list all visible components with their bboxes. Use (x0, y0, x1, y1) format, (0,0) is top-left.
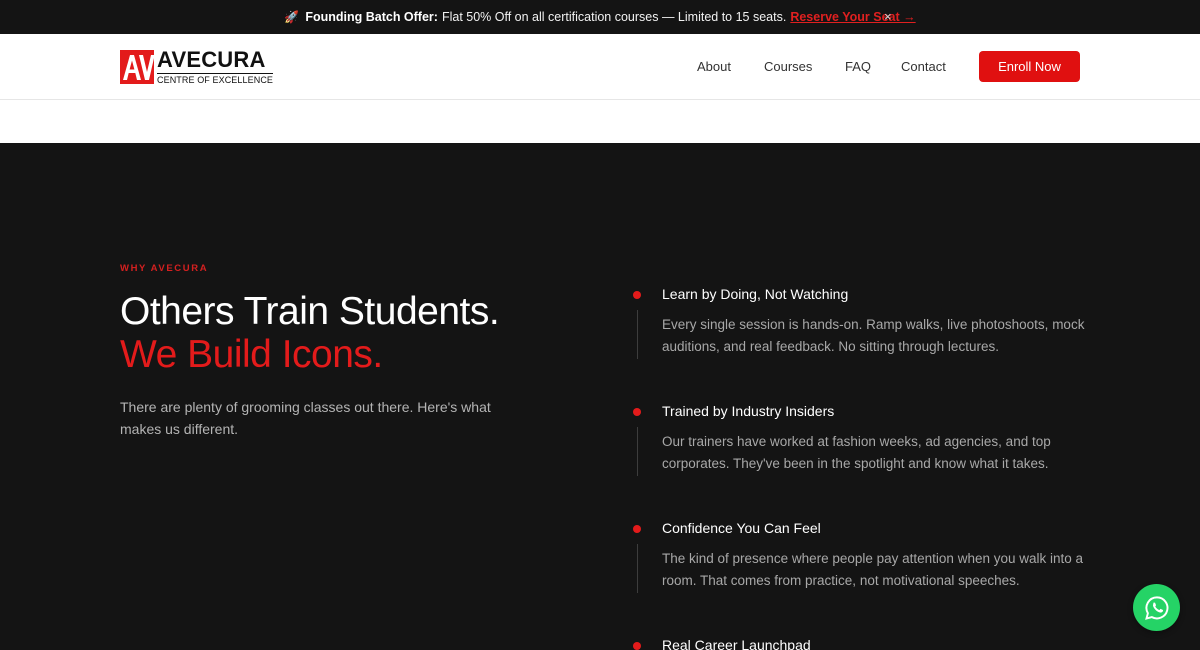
enroll-now-button[interactable]: Enroll Now (979, 51, 1080, 82)
offer-title: Founding Batch Offer: (305, 10, 438, 24)
hero-bottom-strip (0, 100, 1200, 143)
whatsapp-button[interactable] (1133, 584, 1180, 631)
headline-line-2: We Build Icons. (120, 333, 383, 376)
headline-line-1: Others Train Students. (120, 290, 500, 333)
feature-divider (637, 310, 638, 359)
bullet-dot-icon (633, 525, 641, 533)
feature-title: Real Career Launchpad (662, 637, 811, 650)
close-icon[interactable]: × (884, 9, 892, 24)
feature-title: Confidence You Can Feel (662, 520, 821, 536)
bullet-dot-icon (633, 408, 641, 416)
site-header: AVECURA CENTRE OF EXCELLENCE About Cours… (0, 34, 1200, 100)
bullet-dot-icon (633, 291, 641, 299)
logo[interactable]: AVECURA CENTRE OF EXCELLENCE (120, 47, 274, 85)
logo-mark-icon (120, 50, 154, 84)
reserve-seat-link[interactable]: Reserve Your Seat → (790, 10, 915, 24)
feature-divider (637, 544, 638, 593)
logo-text: AVECURA CENTRE OF EXCELLENCE (157, 47, 274, 85)
section-headline: Others Train Students. We Build Icons. (120, 290, 500, 376)
whatsapp-icon (1144, 595, 1168, 620)
feature-title: Trained by Industry Insiders (662, 403, 835, 419)
logo-name: AVECURA (157, 47, 266, 72)
nav-contact[interactable]: Contact (901, 59, 946, 74)
bullet-dot-icon (633, 642, 641, 650)
feature-description: Our trainers have worked at fashion week… (662, 434, 1051, 471)
logo-divider (157, 73, 274, 74)
feature-description: The kind of presence where people pay at… (662, 551, 1084, 588)
rocket-icon: 🚀 (284, 10, 300, 24)
section-lead: There are plenty of grooming classes out… (120, 399, 491, 437)
section-eyebrow: WHY AVECURA (120, 263, 209, 274)
logo-tagline: CENTRE OF EXCELLENCE (157, 75, 274, 85)
feature-description: Every single session is hands-on. Ramp w… (662, 317, 1085, 354)
feature-divider (637, 427, 638, 476)
nav-courses[interactable]: Courses (764, 59, 812, 74)
offer-text: Flat 50% Off on all certification course… (441, 10, 787, 24)
nav-about[interactable]: About (697, 59, 731, 74)
nav-faq[interactable]: FAQ (845, 59, 871, 74)
feature-title: Learn by Doing, Not Watching (662, 286, 849, 302)
announcement-bar: 🚀 Founding Batch Offer: Flat 50% Off on … (0, 0, 1200, 34)
